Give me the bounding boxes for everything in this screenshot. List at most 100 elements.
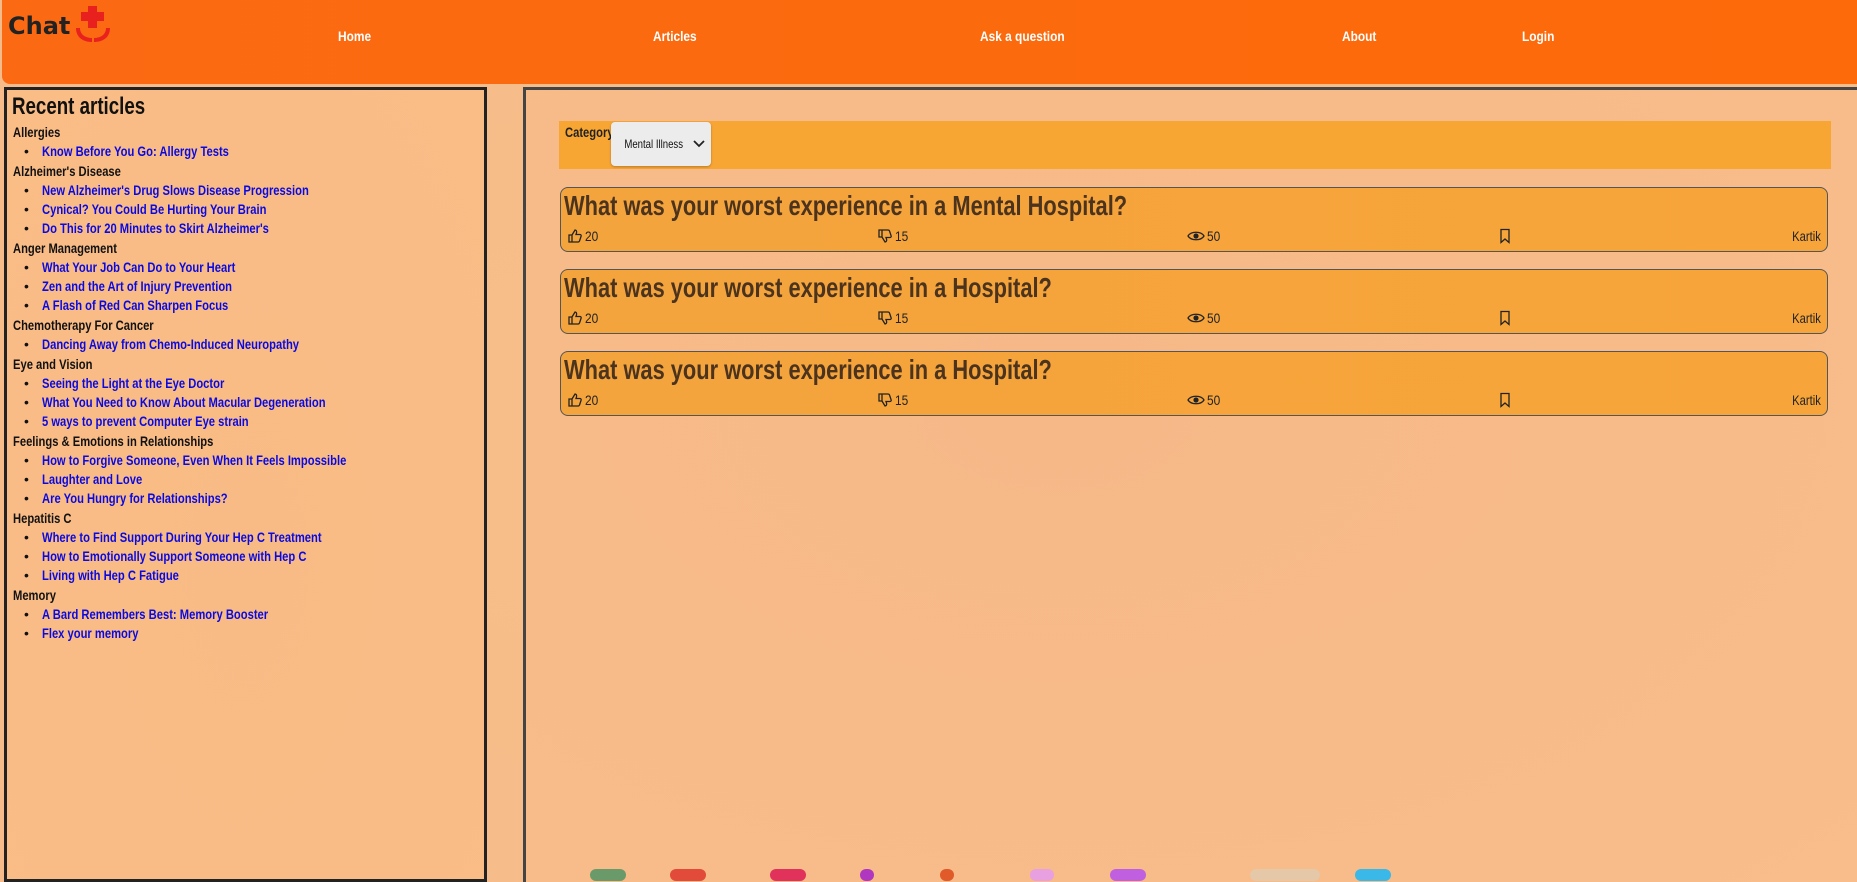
dock-app-icon[interactable] bbox=[770, 869, 806, 881]
views-stat: 50 bbox=[1187, 392, 1223, 408]
thumbs-down-icon[interactable] bbox=[877, 310, 893, 326]
nav-about[interactable]: About bbox=[1342, 28, 1376, 44]
bookmark-icon[interactable] bbox=[1498, 392, 1512, 408]
article-link[interactable]: Flex your memory bbox=[42, 624, 138, 643]
article-link[interactable]: A Bard Remembers Best: Memory Booster bbox=[42, 605, 268, 624]
views-count: 50 bbox=[1207, 310, 1221, 326]
bookmark-stat bbox=[1498, 392, 1512, 408]
question-title[interactable]: What was your worst experience in a Hosp… bbox=[564, 272, 1052, 304]
nav-ask-question[interactable]: Ask a question bbox=[980, 28, 1065, 44]
category-group: Allergies Know Before You Go: Allergy Te… bbox=[13, 122, 483, 161]
article-link[interactable]: Where to Find Support During Your Hep C … bbox=[42, 528, 322, 547]
thumbs-up-icon[interactable] bbox=[567, 228, 583, 244]
list-item: Are You Hungry for Relationships? bbox=[24, 489, 483, 508]
category-group: Hepatitis C Where to Find Support During… bbox=[13, 508, 483, 585]
category-title: Hepatitis C bbox=[13, 510, 72, 526]
dock-app-icon[interactable] bbox=[1110, 869, 1146, 881]
article-link[interactable]: Know Before You Go: Allergy Tests bbox=[42, 142, 229, 161]
category-group: Feelings & Emotions in Relationships How… bbox=[13, 431, 483, 508]
category-select[interactable]: Mental Illness bbox=[611, 122, 711, 166]
question-card[interactable]: What was your worst experience in a Ment… bbox=[560, 187, 1828, 252]
eye-icon bbox=[1187, 393, 1205, 407]
bookmark-icon[interactable] bbox=[1498, 228, 1512, 244]
list-item: New Alzheimer's Drug Slows Disease Progr… bbox=[24, 181, 483, 200]
nav-login[interactable]: Login bbox=[1522, 28, 1554, 44]
likes-stat: 20 bbox=[567, 310, 601, 326]
category-title: Chemotherapy For Cancer bbox=[13, 317, 154, 333]
author-name[interactable]: Kartik bbox=[1792, 228, 1821, 244]
dislikes-stat: 15 bbox=[877, 228, 911, 244]
views-stat: 50 bbox=[1187, 310, 1223, 326]
list-item: A Flash of Red Can Sharpen Focus bbox=[24, 296, 483, 315]
article-link[interactable]: Seeing the Light at the Eye Doctor bbox=[42, 374, 224, 393]
category-title: Feelings & Emotions in Relationships bbox=[13, 433, 214, 449]
article-link[interactable]: Dancing Away from Chemo-Induced Neuropat… bbox=[42, 335, 299, 354]
dock-app-icon[interactable] bbox=[1355, 869, 1391, 881]
category-group: Alzheimer's Disease New Alzheimer's Drug… bbox=[13, 161, 483, 238]
dock-app-icon[interactable] bbox=[590, 869, 626, 881]
list-item: Where to Find Support During Your Hep C … bbox=[24, 528, 483, 547]
thumbs-down-icon[interactable] bbox=[877, 228, 893, 244]
dock-app-icon[interactable] bbox=[1250, 869, 1320, 881]
views-count: 50 bbox=[1207, 392, 1221, 408]
article-link[interactable]: How to Emotionally Support Someone with … bbox=[42, 547, 306, 566]
category-title: Memory bbox=[13, 587, 56, 603]
dock-app-icon[interactable] bbox=[670, 869, 706, 881]
category-title: Anger Management bbox=[13, 240, 117, 256]
dock-app-icon[interactable] bbox=[940, 869, 954, 881]
dislikes-count: 15 bbox=[895, 310, 909, 326]
dislikes-count: 15 bbox=[895, 392, 909, 408]
article-link[interactable]: Are You Hungry for Relationships? bbox=[42, 489, 228, 508]
nav-home[interactable]: Home bbox=[338, 28, 371, 44]
article-link[interactable]: Do This for 20 Minutes to Skirt Alzheime… bbox=[42, 219, 269, 238]
likes-stat: 20 bbox=[567, 228, 601, 244]
article-link[interactable]: Zen and the Art of Injury Prevention bbox=[42, 277, 232, 296]
category-group: Memory A Bard Remembers Best: Memory Boo… bbox=[13, 585, 483, 643]
dock-app-icon[interactable] bbox=[860, 869, 874, 881]
question-title[interactable]: What was your worst experience in a Ment… bbox=[564, 190, 1127, 222]
article-link[interactable]: What Your Job Can Do to Your Heart bbox=[42, 258, 235, 277]
article-link[interactable]: Cynical? You Could Be Hurting Your Brain bbox=[42, 200, 266, 219]
dock-app-icon[interactable] bbox=[1030, 869, 1054, 881]
likes-count: 20 bbox=[585, 228, 599, 244]
question-title[interactable]: What was your worst experience in a Hosp… bbox=[564, 354, 1052, 386]
sidebar-title: Recent articles bbox=[12, 93, 146, 120]
article-link[interactable]: Laughter and Love bbox=[42, 470, 142, 489]
bookmark-icon[interactable] bbox=[1498, 310, 1512, 326]
likes-count: 20 bbox=[585, 310, 599, 326]
list-item: 5 ways to prevent Computer Eye strain bbox=[24, 412, 483, 431]
thumbs-up-icon[interactable] bbox=[567, 310, 583, 326]
category-title: Allergies bbox=[13, 124, 61, 140]
category-group: Anger Management What Your Job Can Do to… bbox=[13, 238, 483, 315]
article-link[interactable]: How to Forgive Someone, Even When It Fee… bbox=[42, 451, 346, 470]
bookmark-stat bbox=[1498, 228, 1512, 244]
category-group: Eye and Vision Seeing the Light at the E… bbox=[13, 354, 483, 431]
nav-articles[interactable]: Articles bbox=[653, 28, 697, 44]
article-link[interactable]: New Alzheimer's Drug Slows Disease Progr… bbox=[42, 181, 309, 200]
article-link[interactable]: 5 ways to prevent Computer Eye strain bbox=[42, 412, 249, 431]
list-item: Laughter and Love bbox=[24, 470, 483, 489]
category-select-value: Mental Illness bbox=[624, 137, 684, 151]
category-list: Allergies Know Before You Go: Allergy Te… bbox=[13, 122, 483, 643]
thumbs-down-icon[interactable] bbox=[877, 392, 893, 408]
category-label: Category bbox=[565, 124, 614, 140]
list-item: How to Emotionally Support Someone with … bbox=[24, 547, 483, 566]
list-item: Know Before You Go: Allergy Tests bbox=[24, 142, 483, 161]
question-card[interactable]: What was your worst experience in a Hosp… bbox=[560, 269, 1828, 334]
author-name[interactable]: Kartik bbox=[1792, 310, 1821, 326]
list-item: Living with Hep C Fatigue bbox=[24, 566, 483, 585]
list-item: A Bard Remembers Best: Memory Booster bbox=[24, 605, 483, 624]
views-stat: 50 bbox=[1187, 228, 1223, 244]
recent-articles-sidebar: Recent articles Allergies Know Before Yo… bbox=[4, 87, 487, 882]
category-title: Alzheimer's Disease bbox=[13, 163, 121, 179]
article-link[interactable]: A Flash of Red Can Sharpen Focus bbox=[42, 296, 228, 315]
article-link[interactable]: What You Need to Know About Macular Dege… bbox=[42, 393, 326, 412]
category-title: Eye and Vision bbox=[13, 356, 93, 372]
eye-icon bbox=[1187, 229, 1205, 243]
author-name[interactable]: Kartik bbox=[1792, 392, 1821, 408]
article-link[interactable]: Living with Hep C Fatigue bbox=[42, 566, 179, 585]
thumbs-up-icon[interactable] bbox=[567, 392, 583, 408]
list-item: How to Forgive Someone, Even When It Fee… bbox=[24, 451, 483, 470]
site-logo[interactable]: Chat bbox=[8, 6, 114, 51]
question-card[interactable]: What was your worst experience in a Hosp… bbox=[560, 351, 1828, 416]
